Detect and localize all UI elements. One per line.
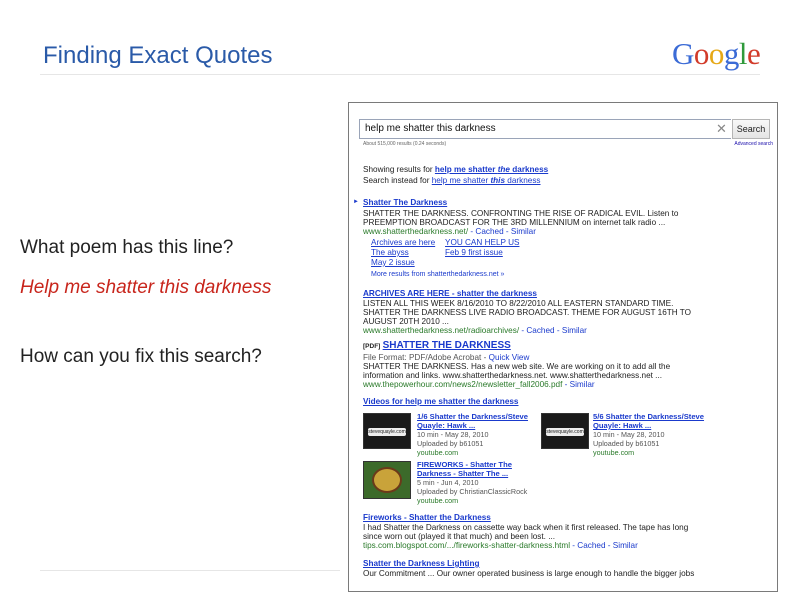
videos-heading-prefix: Videos for [363,397,406,406]
videos-heading-query: help me shatter the darkness [405,397,519,406]
clear-icon[interactable]: ✕ [716,121,727,137]
video-url: youtube.com [417,496,459,505]
thumbnail-label: stevequayle.com [546,428,584,436]
result-title-2[interactable]: ARCHIVES ARE HERE - shatter the darkness [363,289,537,299]
instead-prefix: Search instead for [363,176,432,185]
original-part: help me shatter [431,176,491,185]
search-button[interactable]: Search [732,119,770,139]
sitelink[interactable]: May 2 issue [371,258,415,268]
slide-title: Finding Exact Quotes [43,42,273,69]
video-url: youtube.com [417,448,459,457]
video-url: youtube.com [593,448,635,457]
result-title-4[interactable]: Fireworks - Shatter the Darkness [363,513,491,523]
question-poem: What poem has this line? [20,237,234,258]
videos-heading[interactable]: Videos for help me shatter the darkness [363,397,518,407]
result-url: www.thepowerhour.com/news2/newsletter_fa… [363,380,563,389]
result-url-line: www.shatterthedarkness.net/ - Cached - S… [363,227,536,237]
video-thumbnail[interactable]: stevequayle.com [363,413,411,449]
search-input[interactable]: help me shatter this darkness [359,119,731,139]
result-url: tips.com.blogspot.com/.../fireworks-shat… [363,541,571,550]
original-word: this [490,176,506,185]
result-arrow-icon: ► [353,199,359,205]
result-title-1[interactable]: Shatter The Darkness [363,198,447,208]
result-url-line: www.shatterthedarkness.net/radioarchives… [363,326,587,336]
sitelink[interactable]: YOU CAN HELP US [445,238,519,248]
similar-link[interactable]: - Similar [562,380,595,389]
result-snippet: Our Commitment ... Our owner operated bu… [363,569,695,578]
result-stats: About 515,000 results (0.24 seconds) [363,141,447,147]
result-url-line: www.thepowerhour.com/news2/newsletter_fa… [363,380,595,390]
corrected-query-link[interactable]: help me shatter the darkness [435,165,548,174]
question-fix-search: How can you fix this search? [20,346,262,367]
result-url: www.shatterthedarkness.net/ [363,227,469,236]
logo-letter: o [693,36,710,71]
cached-similar-links[interactable]: - Cached - Similar [468,227,536,236]
original-part: darkness [505,176,541,185]
album-art-icon [372,467,402,493]
result-url: www.shatterthedarkness.net/radioarchives… [363,326,520,335]
result-title-3[interactable]: SHATTER THE DARKNESS [383,340,511,351]
result-url-line: tips.com.blogspot.com/.../fireworks-shat… [363,541,638,551]
quick-view-link[interactable]: Quick View [489,353,530,362]
result-title-5[interactable]: Shatter the Darkness Lighting [363,559,479,569]
quote-text: Help me shatter this darkness [20,277,272,298]
result-title-line-3: [PDF] SHATTER THE DARKNESS [363,341,511,352]
corrected-word: the [497,165,510,174]
search-results-screenshot: help me shatter this darkness ✕ Search A… [348,102,778,592]
search-bar: help me shatter this darkness ✕ Search [359,119,770,139]
showing-results-line: Showing results for help me shatter the … [363,165,548,175]
google-logo: Google [672,36,761,72]
logo-letter: o [708,36,725,71]
video-thumbnail[interactable] [363,461,411,499]
video-thumbnail[interactable]: stevequayle.com [541,413,589,449]
sitelink[interactable]: The abyss [371,248,409,258]
showing-prefix: Showing results for [363,165,435,174]
footer-divider [40,570,340,571]
logo-letter: G [672,36,694,71]
cached-similar-links[interactable]: - Cached - Similar [570,541,638,550]
thumbnail-label: stevequayle.com [368,428,406,436]
logo-letter: g [723,36,740,71]
advanced-search-link[interactable]: Advanced search [734,141,773,147]
title-divider [40,74,760,75]
more-results-link[interactable]: More results from shatterthedarkness.net… [371,270,504,280]
sitelink[interactable]: Feb 9 first issue [445,248,503,258]
search-instead-line: Search instead for help me shatter this … [363,176,541,186]
file-format: File Format: PDF/Adobe Acrobat - [363,353,489,362]
cached-similar-links[interactable]: - Cached - Similar [519,326,587,335]
corrected-part: help me shatter [434,165,498,174]
sitelink[interactable]: Archives are here [371,238,435,248]
logo-letter: e [747,36,761,71]
pdf-tag: [PDF] [363,343,381,350]
corrected-part: darkness [509,165,549,174]
original-query-link[interactable]: help me shatter this darkness [432,176,541,185]
logo-letter: l [738,36,748,71]
